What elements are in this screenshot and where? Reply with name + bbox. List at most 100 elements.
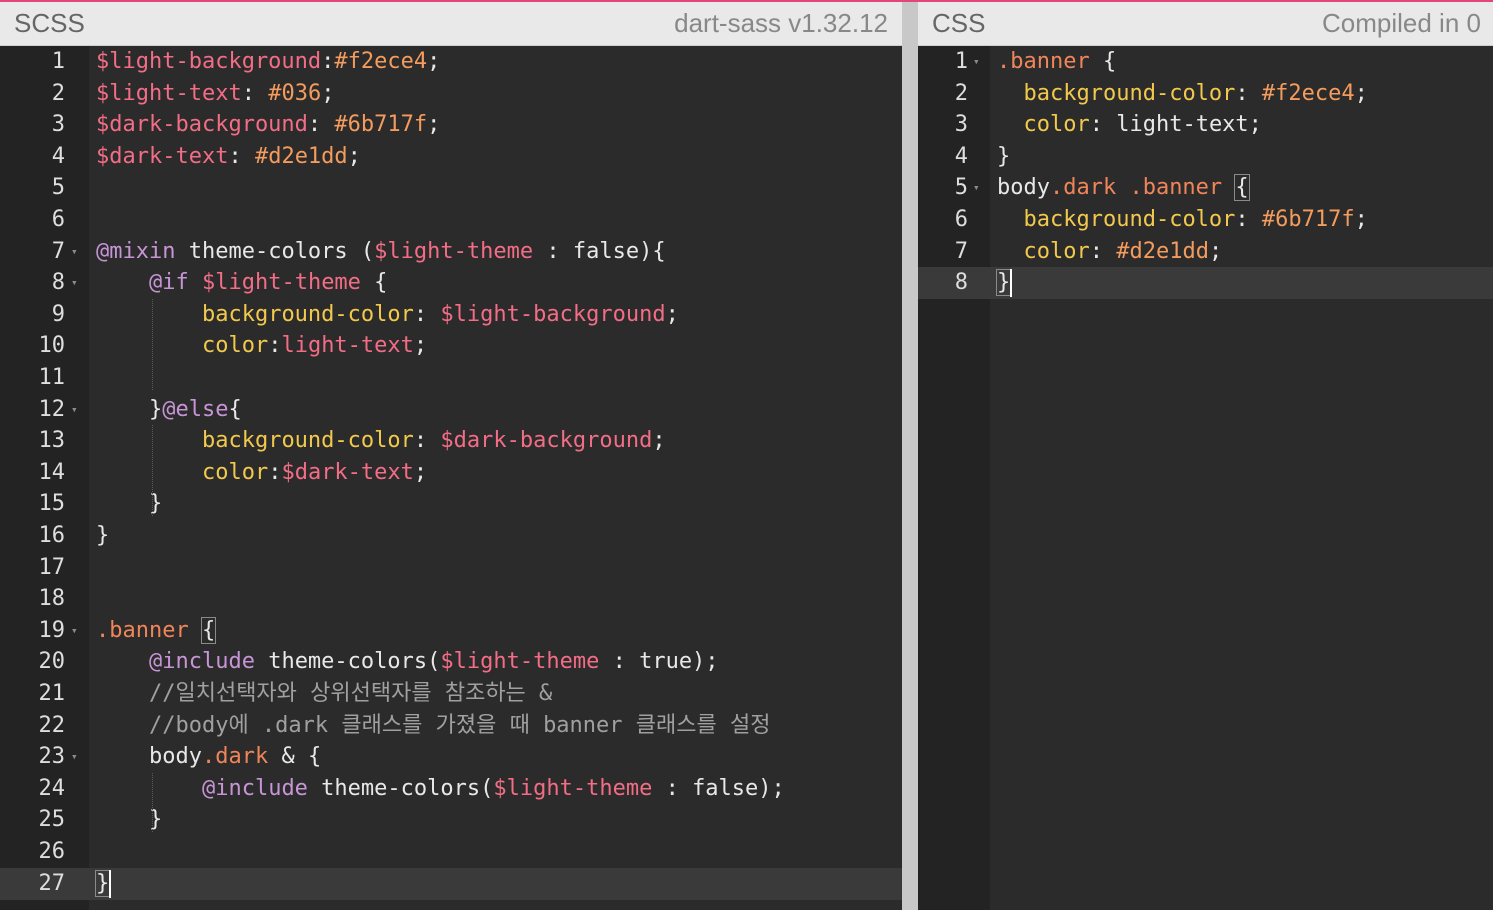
pane-splitter[interactable]	[902, 2, 918, 910]
code-token: }	[94, 869, 111, 897]
code-line[interactable]: 4 $dark-text: #d2e1dd;	[0, 141, 902, 173]
fold-arrow-icon[interactable]: ▾	[71, 267, 78, 299]
code-line[interactable]: 19 ▾ .banner {	[0, 615, 902, 647]
code-line[interactable]: 23 ▾ body.dark & {	[0, 741, 902, 773]
fold-arrow-icon[interactable]: ▾	[71, 394, 78, 426]
code-line[interactable]: 25 }	[0, 804, 902, 836]
code-token: .banner	[997, 49, 1090, 74]
code-line[interactable]: 26	[0, 836, 902, 868]
code-line[interactable]: 6 background-color: #6b717f;	[918, 204, 1493, 236]
code-token: $light-theme	[374, 238, 534, 264]
code-token: :	[1235, 80, 1262, 106]
code-line[interactable]: 20 @include theme-colors($light-theme : …	[0, 646, 902, 678]
code-line[interactable]: 6	[0, 204, 902, 236]
code-token: @else	[162, 396, 229, 422]
code-line[interactable]: 10 color:light-text;	[0, 330, 902, 362]
code-line[interactable]: 4}	[918, 141, 1493, 173]
code-token: background-color	[1023, 80, 1236, 106]
code-line[interactable]: 1 $light-background:#f2ece4;	[0, 46, 902, 78]
code-token: background-color	[1023, 207, 1236, 232]
fold-arrow-icon[interactable]: ▾	[973, 172, 980, 204]
code-line[interactable]: 1 ▾ .banner {	[918, 46, 1493, 78]
code-token: $light-theme	[440, 649, 600, 675]
code-token: ;	[665, 301, 679, 327]
code-line[interactable]: 13 background-color: $dark-background;	[0, 425, 902, 457]
fold-arrow-icon[interactable]: ▾	[71, 236, 78, 268]
code-token: theme-colors(	[254, 649, 441, 675]
code-token: #f2ece4	[1261, 80, 1355, 106]
line-number: 22	[38, 712, 66, 738]
code-line[interactable]: 15 }	[0, 488, 902, 520]
code-line[interactable]: 8 ▾ @if $light-theme {	[0, 267, 902, 299]
line-number: 26	[38, 839, 66, 864]
code-token: :	[413, 428, 441, 454]
code-token: ;	[652, 428, 666, 454]
code-line[interactable]: 11	[0, 362, 902, 394]
code-line[interactable]: 5	[0, 172, 902, 204]
line-number: 10	[38, 333, 66, 359]
code-line[interactable]: 7 color: #d2e1dd;	[918, 236, 1493, 268]
code-line[interactable]: 18	[0, 583, 902, 615]
line-number: 4	[51, 143, 65, 169]
scss-pane: SCSS dart-sass v1.32.12 1 $light-backgrou…	[0, 2, 902, 910]
code-token: #f2ece4	[334, 49, 428, 74]
css-pane-header: CSS Compiled in 0	[918, 2, 1493, 46]
code-token: @if	[148, 270, 189, 296]
indent-guide	[152, 772, 153, 832]
code-line[interactable]: 9 background-color: $light-background;	[0, 299, 902, 331]
code-token: theme-colors(	[307, 775, 494, 801]
code-line[interactable]: 12 ▾ }@else{	[0, 394, 902, 426]
code-line[interactable]: 22 //body에 .dark 클래스를 가졌을 때 banner 클래스를 …	[0, 710, 902, 742]
code-text: color:light-text;	[96, 330, 427, 362]
code-line[interactable]: 7 ▾ @mixin theme-colors ($light-theme : fa…	[0, 236, 902, 268]
code-token: $dark-text	[281, 459, 414, 485]
code-token: #6b717f	[334, 112, 428, 138]
code-text: background-color: $light-background;	[96, 299, 679, 331]
code-line[interactable]: 2 $light-text: #036;	[0, 78, 902, 110]
code-text: background-color: #f2ece4;	[997, 78, 1368, 110]
fold-arrow-icon[interactable]: ▾	[71, 615, 78, 647]
code-token: }	[997, 143, 1011, 169]
line-number: 12	[38, 396, 66, 422]
code-line[interactable]: 5 ▾ body.dark .banner {	[918, 172, 1493, 204]
code-token: :	[307, 112, 335, 138]
code-token: :	[268, 459, 282, 485]
text-cursor	[1010, 269, 1013, 298]
code-line[interactable]: 24 @include theme-colors($light-theme : …	[0, 773, 902, 805]
code-line[interactable]: 16}	[0, 520, 902, 552]
code-token: $dark-text	[96, 143, 229, 169]
code-line[interactable]: 3 color: light-text;	[918, 109, 1493, 141]
code-text: color:$dark-text;	[96, 457, 427, 489]
code-line[interactable]: 14 color:$dark-text;	[0, 457, 902, 489]
code-line[interactable]: 17	[0, 552, 902, 584]
code-text: .banner {	[96, 615, 217, 647]
line-number: 2	[51, 80, 65, 106]
code-token: ;	[413, 333, 428, 359]
scss-editor[interactable]: 1 $light-background:#f2ece4; 2 $light-text:…	[0, 46, 902, 910]
code-text: //일치선택자와 상위선택자를 참조하는 &	[96, 678, 552, 710]
code-token: : false);	[652, 775, 785, 801]
code-token: //일치선택자와 상위선택자를 참조하는 &	[96, 681, 553, 706]
code-text: $dark-background: #6b717f;	[96, 109, 440, 141]
css-output-editor[interactable]: 1 ▾ .banner {2 background-color: #f2ece4; 3…	[918, 46, 1493, 910]
code-token: {	[1234, 174, 1250, 202]
code-text: @include theme-colors($light-theme : tru…	[96, 646, 719, 678]
line-number: 7	[954, 238, 968, 264]
line-number: 5	[51, 175, 65, 201]
code-token: $light-theme	[201, 270, 361, 296]
code-line[interactable]: 27}	[0, 867, 902, 900]
line-number: 19	[38, 617, 66, 643]
code-line[interactable]: 21 //일치선택자와 상위선택자를 참조하는 &	[0, 678, 902, 710]
line-number: 8	[954, 270, 968, 296]
code-line[interactable]: 8}	[918, 267, 1493, 300]
code-line[interactable]: 3 $dark-background: #6b717f;	[0, 109, 902, 141]
fold-arrow-icon[interactable]: ▾	[71, 741, 78, 773]
line-number: 18	[38, 586, 66, 612]
code-line[interactable]: 2 background-color: #f2ece4;	[918, 78, 1493, 110]
code-token: {	[200, 616, 217, 644]
fold-arrow-icon[interactable]: ▾	[973, 46, 980, 78]
